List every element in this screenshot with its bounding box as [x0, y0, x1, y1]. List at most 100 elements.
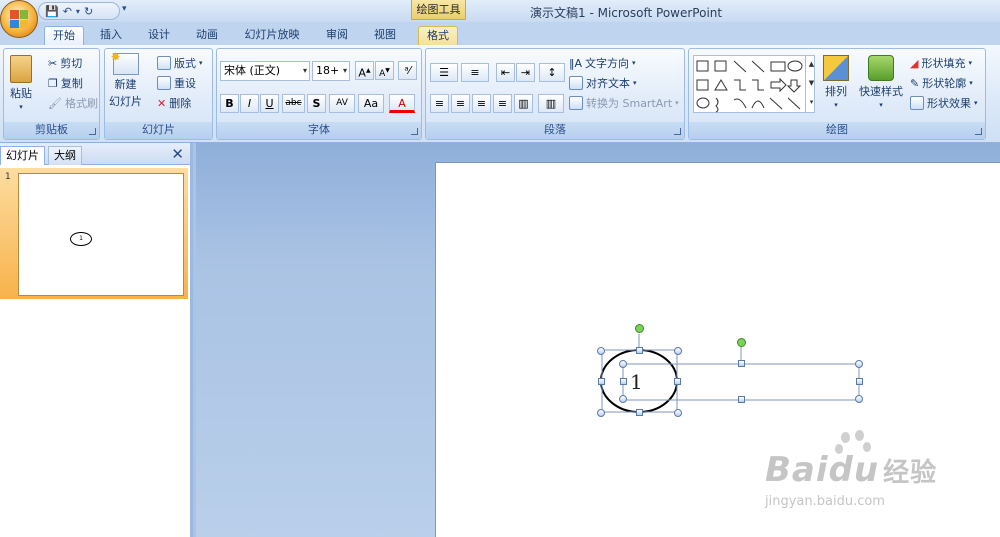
oval-handle-l[interactable] — [598, 378, 605, 385]
arrange-dropdown-icon: ▾ — [834, 101, 838, 109]
shape-text[interactable]: 1 — [630, 370, 643, 394]
oval-handle-tr[interactable] — [674, 347, 682, 355]
tab-animation[interactable]: 动画 — [188, 26, 226, 45]
format-painter-button[interactable]: 🖌 格式刷 — [48, 95, 98, 111]
copy-button[interactable]: ❐ 复制 — [48, 75, 83, 91]
cut-button[interactable]: ✂ 剪切 — [48, 55, 82, 71]
align-left-button[interactable]: ≡ — [430, 94, 449, 113]
smartart-icon — [569, 96, 583, 110]
tab-design[interactable]: 设计 — [140, 26, 178, 45]
textbox-handle-t[interactable] — [738, 360, 745, 367]
distributed-button[interactable]: ▥ — [514, 94, 533, 113]
tab-slideshow[interactable]: 幻灯片放映 — [236, 26, 308, 45]
shape-fill-button[interactable]: ◢ 形状填充 ▾ — [910, 55, 972, 71]
undo-dropdown-icon[interactable]: ▾ — [76, 7, 80, 16]
layout-button[interactable]: 版式 ▾ — [157, 55, 203, 71]
shrink-font-button[interactable]: A▼ — [375, 61, 394, 80]
watermark-cn: 经验 — [883, 458, 938, 488]
textbox-handle-tr[interactable] — [855, 360, 863, 368]
drawing-launcher-icon[interactable] — [975, 128, 982, 135]
char-spacing-button[interactable]: AV — [329, 94, 355, 113]
textbox-handle-l[interactable] — [620, 378, 627, 385]
undo-icon[interactable]: ↶ — [63, 5, 72, 18]
close-icon[interactable]: ✕ — [171, 145, 184, 163]
context-tool-label: 绘图工具 — [411, 0, 466, 20]
oval-handle-bl[interactable] — [597, 409, 605, 417]
new-slide-button[interactable]: ✸ 新建 幻灯片 — [109, 50, 142, 109]
arrange-icon — [823, 55, 849, 81]
pane-tabs: 幻灯片 大纲 ✕ — [0, 143, 190, 165]
oval-handle-br[interactable] — [674, 409, 682, 417]
paste-dropdown-icon: ▾ — [19, 103, 23, 111]
tab-insert[interactable]: 插入 — [92, 26, 130, 45]
align-right-button[interactable]: ≡ — [472, 94, 491, 113]
watermark-brand-2: du — [828, 450, 880, 490]
font-launcher-icon[interactable] — [411, 128, 418, 135]
align-text-icon — [569, 76, 583, 90]
slide-thumbnail-selected[interactable]: 1 1 — [0, 168, 188, 299]
bullets-button[interactable]: ☰ — [430, 63, 458, 82]
font-size-combo[interactable]: 18+ ▾ — [312, 61, 350, 81]
quick-styles-button[interactable]: 快速样式 ▾ — [859, 55, 903, 109]
qat-customize-button[interactable]: ▾ — [122, 4, 127, 14]
text-direction-dropdown-icon: ▾ — [632, 59, 636, 67]
oval-handle-t[interactable] — [636, 347, 643, 354]
oval-handle-tl[interactable] — [597, 347, 605, 355]
tab-home[interactable]: 开始 — [44, 26, 84, 45]
numbering-button[interactable]: ≡ — [461, 63, 489, 82]
shape-outline-button[interactable]: ✎ 形状轮廓 ▾ — [910, 75, 973, 91]
slide-thumbnail[interactable]: 1 — [18, 173, 184, 296]
office-logo-icon — [10, 10, 28, 28]
shape-effects-button[interactable]: 形状效果 ▾ — [910, 95, 978, 111]
reset-button[interactable]: 重设 — [157, 75, 196, 91]
grow-font-button[interactable]: A▲ — [355, 61, 374, 80]
oval-handle-r[interactable] — [674, 378, 681, 385]
strikethrough-button[interactable]: abc — [282, 94, 305, 113]
line-spacing-button[interactable]: ↕ — [539, 63, 565, 82]
underline-button[interactable]: U — [260, 94, 279, 113]
tab-view[interactable]: 视图 — [366, 26, 404, 45]
textbox-rotate-handle[interactable] — [737, 338, 746, 347]
italic-button[interactable]: I — [240, 94, 259, 113]
align-center-button[interactable]: ≡ — [451, 94, 470, 113]
oval-handle-b[interactable] — [636, 409, 643, 416]
slide-number: 1 — [5, 172, 11, 182]
reset-icon — [157, 76, 171, 90]
shapes-gallery[interactable] — [693, 55, 815, 113]
columns-button[interactable]: ▥ — [538, 94, 564, 113]
change-case-button[interactable]: Aa — [358, 94, 384, 113]
font-color-button[interactable]: A — [389, 94, 415, 113]
tab-format[interactable]: 格式 — [418, 26, 458, 45]
justify-button[interactable]: ≡ — [493, 94, 512, 113]
office-button[interactable] — [0, 0, 38, 38]
text-direction-button[interactable]: ‖A 文字方向 ▾ — [569, 55, 636, 71]
decrease-indent-button[interactable]: ⇤ — [496, 63, 515, 82]
arrange-button[interactable]: 排列 ▾ — [823, 55, 849, 109]
shadow-button[interactable]: S — [307, 94, 326, 113]
tab-outline[interactable]: 大纲 — [48, 146, 82, 165]
ribbon-tabs: 开始 插入 设计 动画 幻灯片放映 审阅 视图 格式 — [0, 22, 1000, 45]
clear-format-icon[interactable]: ᵃ⁄ — [398, 61, 417, 80]
slide-list[interactable]: 1 1 — [0, 166, 190, 537]
delete-button[interactable]: ✕ 删除 — [157, 95, 191, 111]
shapes-scroll[interactable]: ▲ ▼ ▾ — [805, 55, 817, 113]
align-text-button[interactable]: 对齐文本 ▾ — [569, 75, 637, 91]
clipboard-launcher-icon[interactable] — [89, 128, 96, 135]
redo-icon[interactable]: ↻ — [84, 5, 93, 18]
font-name-combo[interactable]: 宋体 (正文) ▾ — [220, 61, 310, 81]
bold-button[interactable]: B — [220, 94, 239, 113]
tab-review[interactable]: 审阅 — [318, 26, 356, 45]
paragraph-launcher-icon[interactable] — [674, 128, 681, 135]
textbox-handle-bl[interactable] — [619, 395, 627, 403]
paste-button[interactable]: 粘贴 ▾ — [10, 55, 32, 111]
textbox-handle-r[interactable] — [856, 378, 863, 385]
textbox-handle-tl[interactable] — [619, 360, 627, 368]
save-icon[interactable]: 💾 — [45, 5, 59, 18]
tab-slides[interactable]: 幻灯片 — [0, 146, 45, 165]
textbox-handle-b[interactable] — [738, 396, 745, 403]
textbox-handle-br[interactable] — [855, 395, 863, 403]
increase-indent-button[interactable]: ⇥ — [516, 63, 535, 82]
oval-rotate-handle[interactable] — [635, 324, 644, 333]
convert-smartart-button[interactable]: 转换为 SmartArt ▾ — [569, 95, 679, 111]
reset-label: 重设 — [174, 77, 196, 90]
